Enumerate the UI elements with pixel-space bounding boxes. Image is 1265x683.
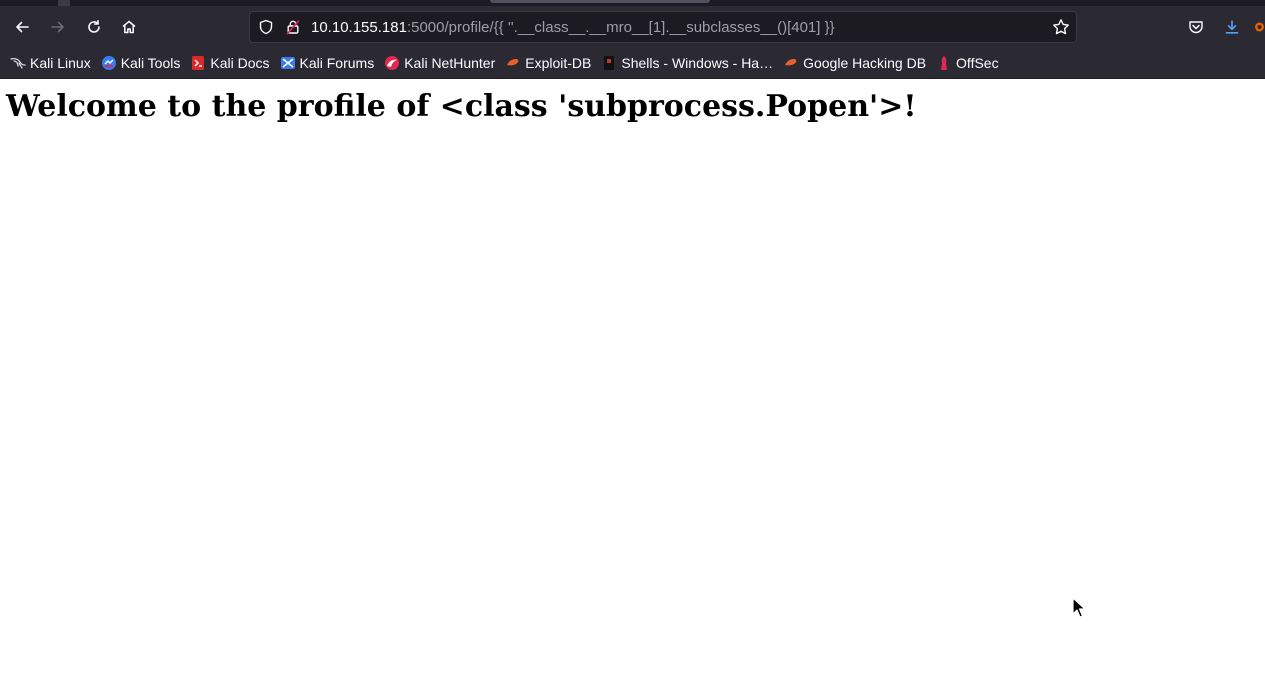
download-arrow-icon (1225, 20, 1239, 34)
navigation-toolbar: 10.10.155.181:5000/profile/{{ ''.__class… (0, 9, 1265, 47)
kali-tools-icon (101, 55, 117, 71)
bookmark-label: Exploit-DB (525, 54, 592, 71)
extension-icon (1255, 22, 1264, 32)
bookmark-kali-nethunter[interactable]: Kali NetHunter (382, 51, 499, 75)
bookmark-label: Kali Docs (210, 54, 270, 71)
bookmark-kali-docs[interactable]: Kali Docs (188, 51, 273, 75)
pocket-icon (1189, 21, 1203, 34)
bookmark-kali-linux[interactable]: Kali Linux (8, 51, 95, 75)
home-icon (122, 20, 136, 34)
arrow-right-icon (51, 21, 64, 33)
tab-strip (0, 0, 1265, 6)
page-content: Welcome to the profile of <class 'subpro… (0, 79, 1265, 683)
bookmark-label: OffSec (956, 54, 999, 71)
pocket-button[interactable] (1184, 15, 1208, 39)
downloads-button[interactable] (1220, 15, 1244, 39)
bookmark-label: Kali NetHunter (404, 54, 496, 71)
exploit-db-icon (505, 55, 521, 71)
reload-icon (88, 20, 100, 33)
insecure-lock-icon[interactable] (285, 19, 301, 35)
bookmark-exploit-db[interactable]: Exploit-DB (503, 51, 595, 75)
bookmark-kali-tools[interactable]: Kali Tools (99, 51, 185, 75)
url-host: 10.10.155.181 (311, 19, 407, 36)
back-button[interactable] (8, 13, 36, 41)
address-bar[interactable]: 10.10.155.181:5000/profile/{{ ''.__class… (249, 11, 1077, 43)
page-heading: Welcome to the profile of <class 'subpro… (6, 89, 917, 124)
active-tab-indicator[interactable] (490, 0, 710, 3)
nethunter-icon (384, 55, 400, 71)
bookmark-label: Kali Tools (120, 54, 181, 71)
home-button[interactable] (115, 13, 143, 41)
arrow-left-icon (16, 21, 29, 33)
bookmark-label: Kali Forums (299, 54, 375, 71)
shells-icon (601, 55, 617, 71)
tab-edge (58, 0, 70, 6)
tracking-protection-shield-icon[interactable] (258, 19, 274, 35)
browser-chrome: 10.10.155.181:5000/profile/{{ ''.__class… (0, 0, 1265, 79)
reload-button[interactable] (80, 13, 108, 41)
bookmark-label: Shells - Windows - Ha… (621, 54, 774, 71)
bookmark-label: Kali Linux (30, 54, 91, 71)
bookmarks-toolbar: Kali Linux Kali Tools Kali Docs Kali For… (0, 48, 1265, 77)
bookmark-label: Google Hacking DB (803, 54, 927, 71)
kali-dragon-icon (10, 55, 26, 71)
mouse-pointer-icon (1072, 597, 1086, 618)
forward-button[interactable] (44, 13, 72, 41)
url-path: :5000/profile/{{ ''.__class__.__mro__[1]… (406, 19, 835, 36)
bookmark-shells-windows[interactable]: Shells - Windows - Ha… (599, 51, 777, 75)
url-text[interactable]: 10.10.155.181:5000/profile/{{ ''.__class… (311, 19, 835, 36)
bookmark-google-hacking-db[interactable]: Google Hacking DB (781, 51, 930, 75)
google-hacking-db-icon (783, 55, 799, 71)
bookmark-kali-forums[interactable]: Kali Forums (278, 51, 379, 75)
bookmark-star-icon[interactable] (1052, 18, 1070, 36)
offsec-icon (936, 55, 952, 71)
extension-button[interactable] (1254, 15, 1265, 39)
bookmark-offsec[interactable]: OffSec (934, 51, 1003, 75)
kali-forums-icon (280, 55, 296, 71)
kali-docs-icon (190, 55, 206, 71)
